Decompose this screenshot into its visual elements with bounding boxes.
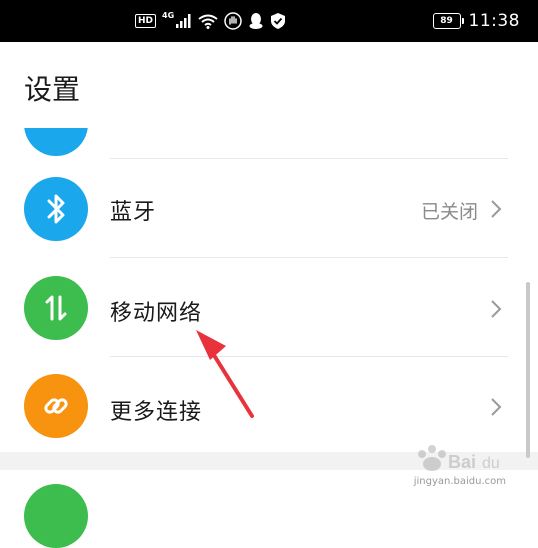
shield-icon: [271, 13, 286, 29]
network-type-label: 4G: [162, 10, 175, 20]
status-bar: HD 4G 89 11:38: [0, 0, 538, 42]
qq-icon: [249, 13, 263, 29]
page-title: 设置: [24, 73, 81, 106]
mobile-data-icon: [24, 276, 88, 340]
divider: [110, 158, 508, 159]
chevron-right-icon: [491, 398, 502, 416]
hd-badge: HD: [135, 14, 157, 28]
watermark-url: jingyan.baidu.com: [413, 476, 506, 487]
settings-item-label: 移动网络: [110, 301, 203, 326]
signal-icon: [176, 14, 191, 28]
chevron-right-icon: [491, 200, 502, 218]
divider: [110, 356, 508, 357]
svg-text:Bai: Bai: [448, 452, 476, 472]
battery-icon: 89: [432, 13, 464, 29]
hand-icon: [224, 12, 242, 30]
svg-text:du: du: [482, 455, 500, 472]
clock: 11:38: [468, 11, 520, 31]
bluetooth-icon: [24, 177, 88, 241]
status-right: 89 11:38: [432, 8, 521, 34]
settings-item-bluetooth[interactable]: 蓝牙 已关闭: [0, 160, 538, 258]
status-icons: HD 4G: [135, 10, 286, 32]
divider: [110, 257, 508, 258]
baidu-watermark-logo: Bai du: [418, 445, 500, 472]
scrollbar[interactable]: [526, 282, 530, 458]
settings-item-label: 蓝牙: [110, 200, 157, 225]
chevron-right-icon: [491, 300, 502, 318]
settings-item-label: 更多连接: [110, 400, 203, 425]
settings-item-status: 已关闭: [420, 201, 478, 223]
annotation-arrow-icon: [196, 330, 254, 418]
link-icon: [24, 374, 88, 438]
settings-item-mobile-network[interactable]: 移动网络: [0, 259, 538, 357]
wifi-icon: [198, 14, 218, 29]
